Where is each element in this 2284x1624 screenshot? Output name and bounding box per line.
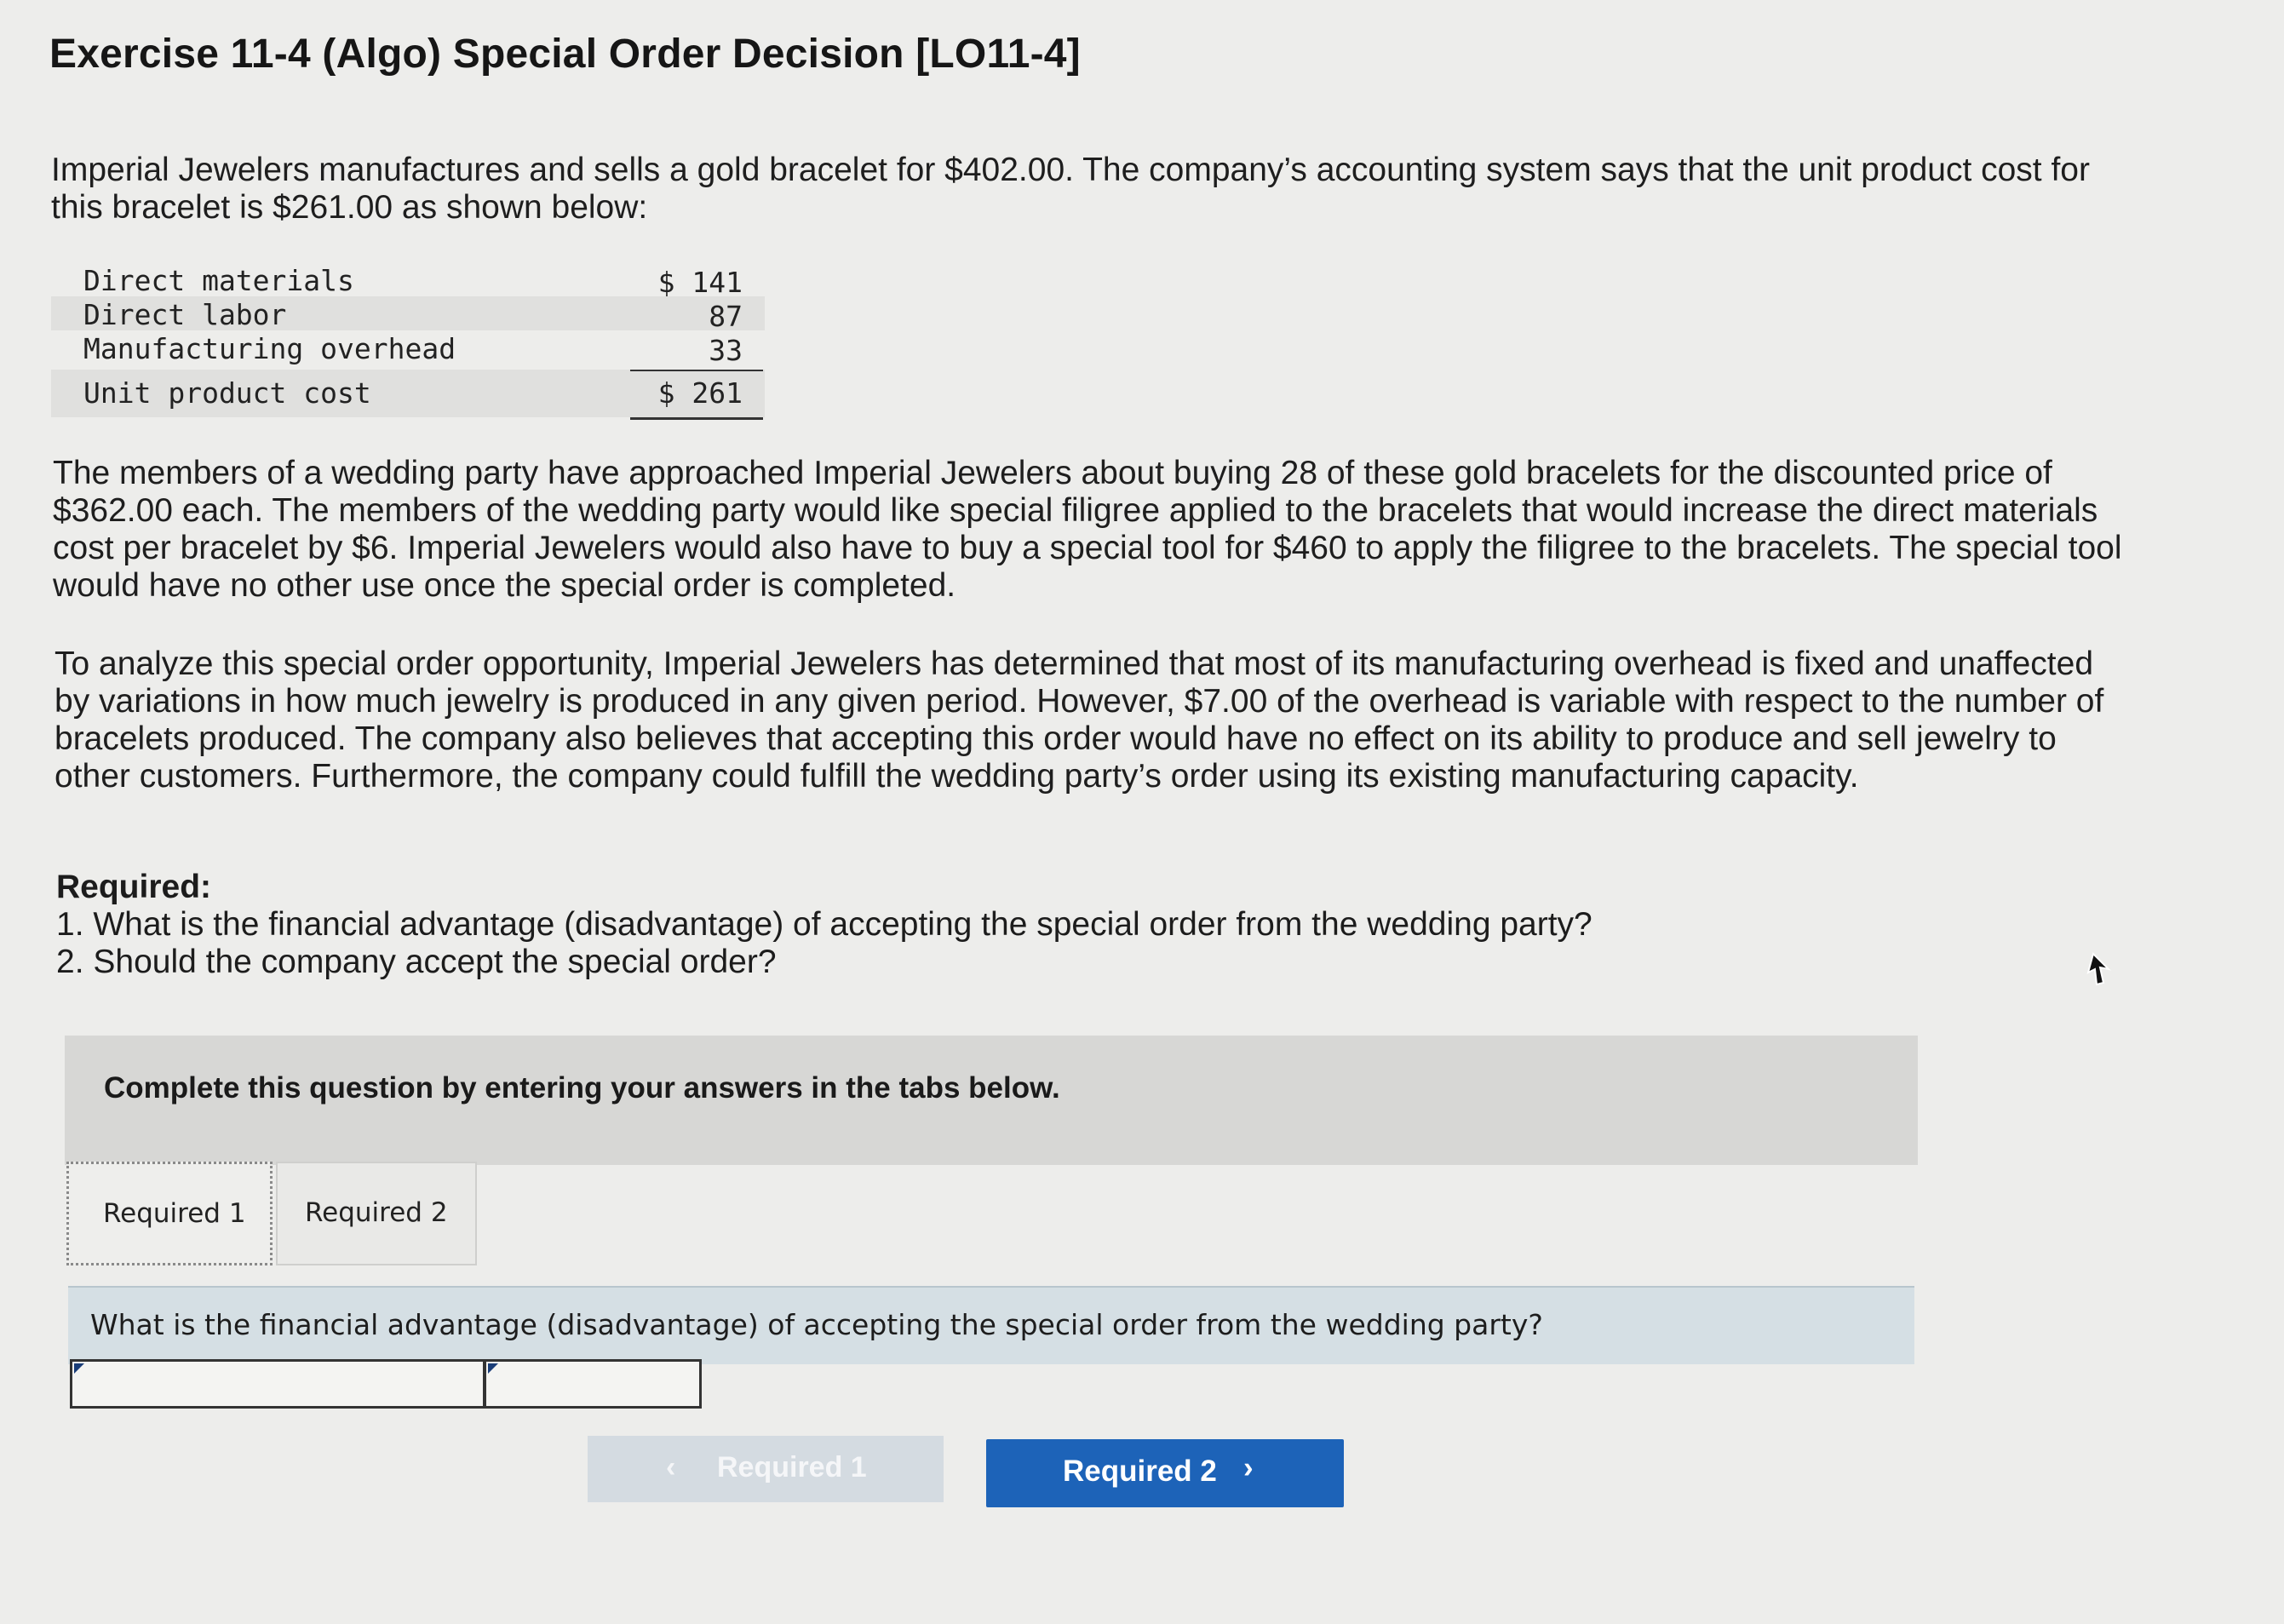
chevron-right-icon: › [1243, 1451, 1254, 1484]
cost-table: Direct materials $ 141 Direct labor 87 M… [51, 262, 765, 420]
answer-row [70, 1359, 702, 1409]
cost-label: Direct labor [83, 298, 287, 331]
question-prompt: What is the financial advantage (disadva… [90, 1308, 1543, 1341]
cost-row-direct-labor: Direct labor 87 [51, 296, 765, 333]
next-button-label: Required 2 [1063, 1455, 1217, 1488]
required-heading: Required: [56, 869, 212, 905]
cost-row-direct-materials: Direct materials $ 141 [51, 262, 765, 299]
tab-required-2[interactable]: Required 2 [276, 1162, 477, 1265]
exercise-title: Exercise 11-4 (Algo) Special Order Decis… [49, 32, 1081, 77]
page: Exercise 11-4 (Algo) Special Order Decis… [0, 0, 2284, 1624]
intro-paragraph: Imperial Jewelers manufactures and sells… [51, 152, 2090, 226]
cost-value: $ 141 [657, 266, 743, 299]
required-question-2: 2. Should the company accept the special… [56, 944, 777, 980]
cost-value: 33 [709, 334, 743, 367]
subtotal-rule [630, 370, 763, 371]
input-marker-icon [488, 1363, 498, 1374]
cost-row-manufacturing-overhead: Manufacturing overhead 33 [51, 330, 765, 367]
special-order-paragraph: The members of a wedding party have appr… [53, 455, 2122, 604]
cost-label: Unit product cost [83, 376, 371, 410]
prev-button-label: Required 1 [717, 1451, 867, 1483]
cost-value: 87 [709, 300, 743, 333]
answer-panel-header: Complete this question by entering your … [65, 1036, 1918, 1165]
tab-label: Required 2 [305, 1197, 448, 1228]
required-section: Required: 1. What is the financial advan… [56, 869, 1592, 981]
tab-required-1[interactable]: Required 1 [66, 1162, 273, 1265]
panel-instruction: Complete this question by entering your … [104, 1071, 1060, 1105]
answer-amount-input[interactable] [484, 1359, 702, 1409]
chevron-left-icon: ‹ [666, 1451, 676, 1483]
tab-label: Required 1 [103, 1198, 246, 1229]
cost-label: Direct materials [83, 264, 354, 297]
next-required-button[interactable]: Required 2 › [986, 1439, 1344, 1507]
cost-value: $ 261 [657, 376, 743, 410]
mouse-pointer-icon [2086, 952, 2112, 986]
prev-required-button[interactable]: ‹ Required 1 [588, 1436, 944, 1502]
dropdown-marker-icon [74, 1363, 84, 1374]
answer-label-dropdown[interactable] [70, 1359, 485, 1409]
question-prompt-bar: What is the financial advantage (disadva… [68, 1286, 1914, 1364]
total-rule [630, 417, 763, 420]
analysis-paragraph: To analyze this special order opportunit… [55, 646, 2104, 795]
cost-row-unit-product-cost: Unit product cost $ 261 [51, 370, 765, 417]
required-question-1: 1. What is the financial advantage (disa… [56, 906, 1592, 943]
cost-label: Manufacturing overhead [83, 332, 456, 365]
